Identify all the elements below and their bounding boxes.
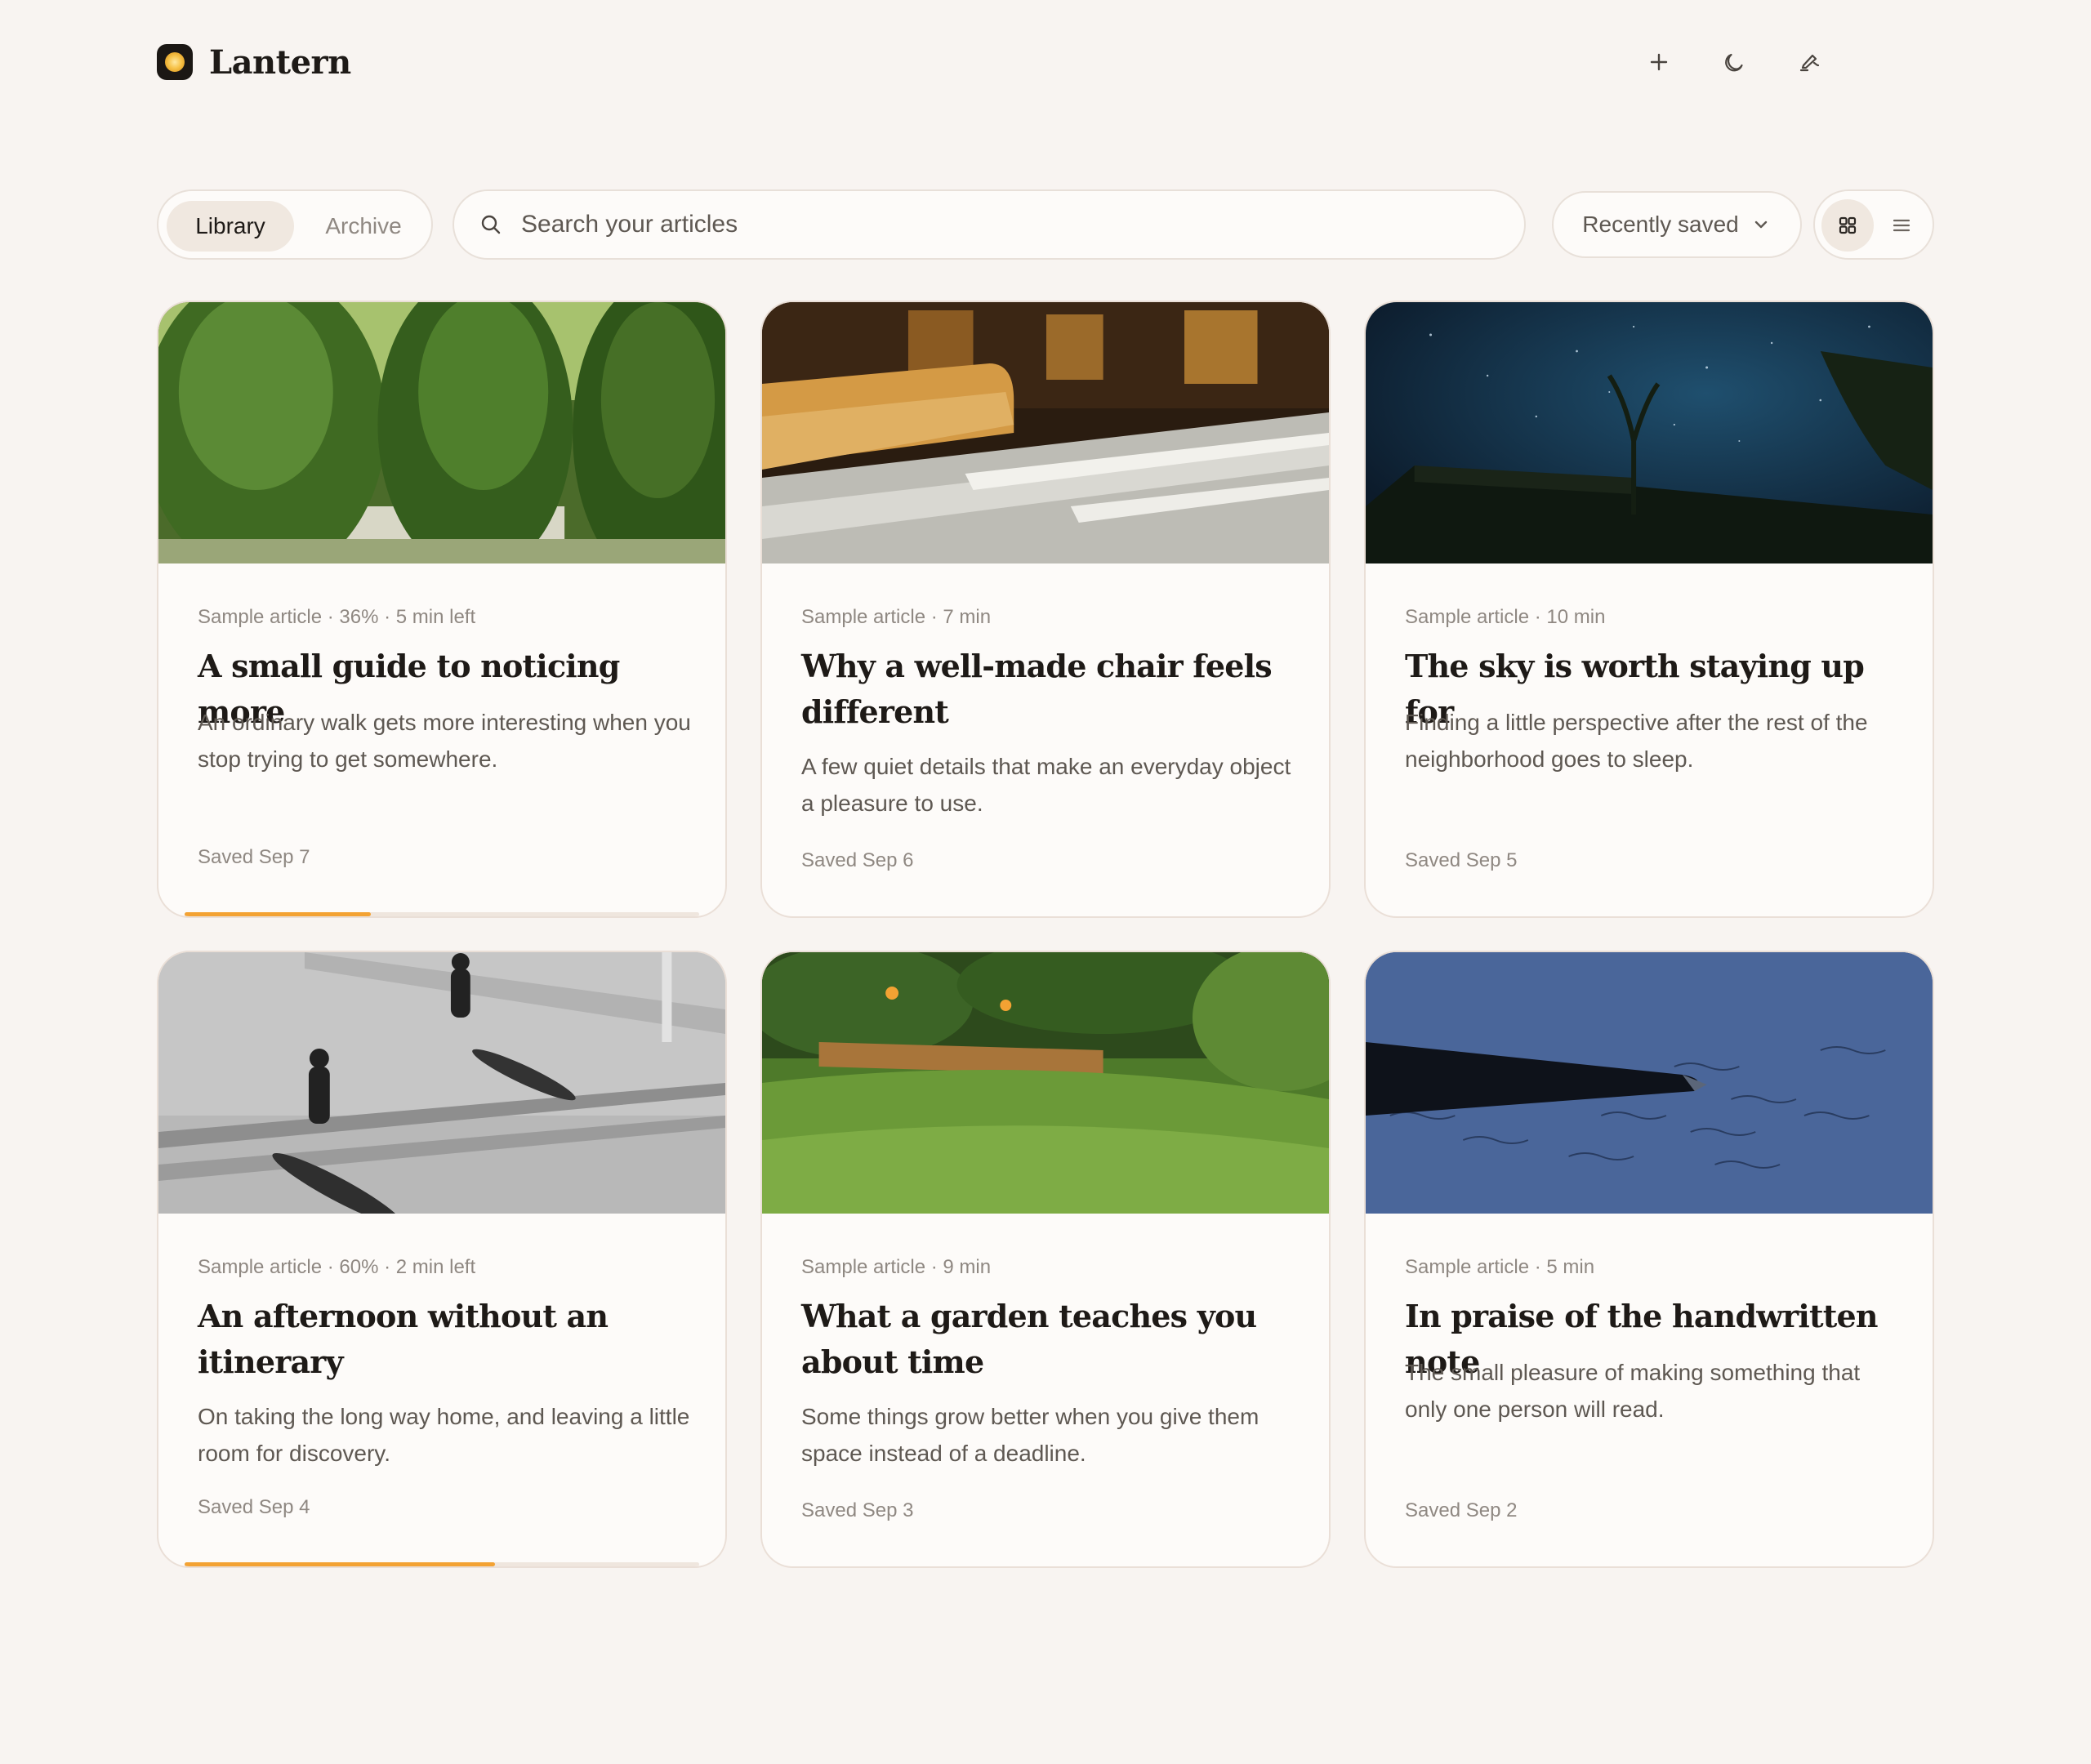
article-meta: Sample article · 10 min [1405, 606, 1606, 628]
article-saved-date: Saved Sep 7 [198, 846, 310, 868]
sort-dropdown[interactable]: Recently saved [1552, 191, 1802, 258]
add-icon [1650, 53, 1668, 71]
article-card[interactable]: Sample article · 60% · 2 min left An aft… [157, 951, 727, 1568]
app-name: Lantern [209, 42, 351, 82]
moon-icon [1725, 53, 1743, 72]
header-actions [1637, 41, 1831, 83]
article-card[interactable]: Sample article · 36% · 5 min left A smal… [157, 301, 727, 918]
add-article-button[interactable] [1637, 41, 1681, 83]
list-view-button[interactable] [1875, 199, 1928, 252]
library-tabs: Library Archive [157, 189, 433, 260]
article-thumbnail-chair [762, 302, 1329, 564]
grid-icon [1839, 216, 1857, 234]
list-icon [1893, 219, 1910, 232]
search-input[interactable] [521, 211, 1485, 238]
article-thumbnail-pedestrians [158, 952, 725, 1214]
grid-view-button[interactable] [1821, 199, 1874, 252]
article-saved-date: Saved Sep 3 [801, 1499, 914, 1521]
article-thumbnail-night-sky [1366, 302, 1933, 564]
article-thumbnail-hedges [158, 302, 725, 564]
article-thumbnail-garden [762, 952, 1329, 1214]
app-header: Lantern [157, 41, 1934, 83]
tab-library[interactable]: Library [167, 201, 294, 252]
article-card[interactable]: Sample article · 10 min The sky is worth… [1364, 301, 1934, 918]
article-description: Finding a little perspective after the r… [1405, 710, 1868, 772]
article-title: An afternoon without an itinerary [198, 1298, 609, 1380]
article-saved-date: Saved Sep 6 [801, 849, 914, 871]
search-bar [453, 189, 1526, 260]
search-icon [481, 215, 501, 234]
page: Lantern Library Archive Recently saved [0, 0, 2091, 1764]
article-meta: Sample article · 9 min [801, 1256, 992, 1278]
tab-archive[interactable]: Archive [302, 201, 425, 252]
highlight-pen-icon [1799, 54, 1820, 72]
article-description: Some things grow better when you give th… [801, 1404, 1260, 1466]
article-saved-date: Saved Sep 2 [1405, 1499, 1518, 1521]
article-meta: Sample article · 60% · 2 min left [198, 1256, 476, 1278]
sort-selected-label: Recently saved [1582, 212, 1739, 237]
article-card[interactable]: Sample article · 5 min In praise of the … [1364, 951, 1934, 1568]
article-saved-date: Saved Sep 5 [1405, 849, 1518, 871]
article-title: What a garden teaches you about time [801, 1298, 1257, 1380]
article-title: Why a well-made chair feels different [801, 648, 1273, 730]
dark-mode-button[interactable] [1712, 41, 1756, 83]
article-thumbnail-pen-note [1366, 952, 1933, 1214]
article-meta: Sample article · 36% · 5 min left [198, 606, 476, 628]
article-saved-date: Saved Sep 4 [198, 1496, 310, 1518]
article-description: On taking the long way home, and leaving… [198, 1404, 690, 1466]
article-card[interactable]: Sample article · 7 min Why a well-made c… [760, 301, 1331, 918]
highlights-button[interactable] [1787, 41, 1831, 83]
reading-progress-bar [185, 1562, 495, 1566]
article-card[interactable]: Sample article · 9 min What a garden tea… [760, 951, 1331, 1568]
article-description: A few quiet details that make an everyda… [801, 754, 1291, 816]
toolbar: Library Archive Recently saved [157, 189, 1934, 261]
article-description: The small pleasure of making something t… [1405, 1360, 1861, 1422]
article-meta: Sample article · 7 min [801, 606, 992, 628]
chevron-down-icon [1754, 220, 1767, 229]
reading-progress-bar [185, 912, 371, 916]
lantern-logo-icon [157, 44, 193, 80]
view-toggle [1813, 189, 1934, 260]
article-meta: Sample article · 5 min [1405, 1256, 1595, 1278]
article-description: An ordinary walk gets more interesting w… [198, 710, 691, 772]
